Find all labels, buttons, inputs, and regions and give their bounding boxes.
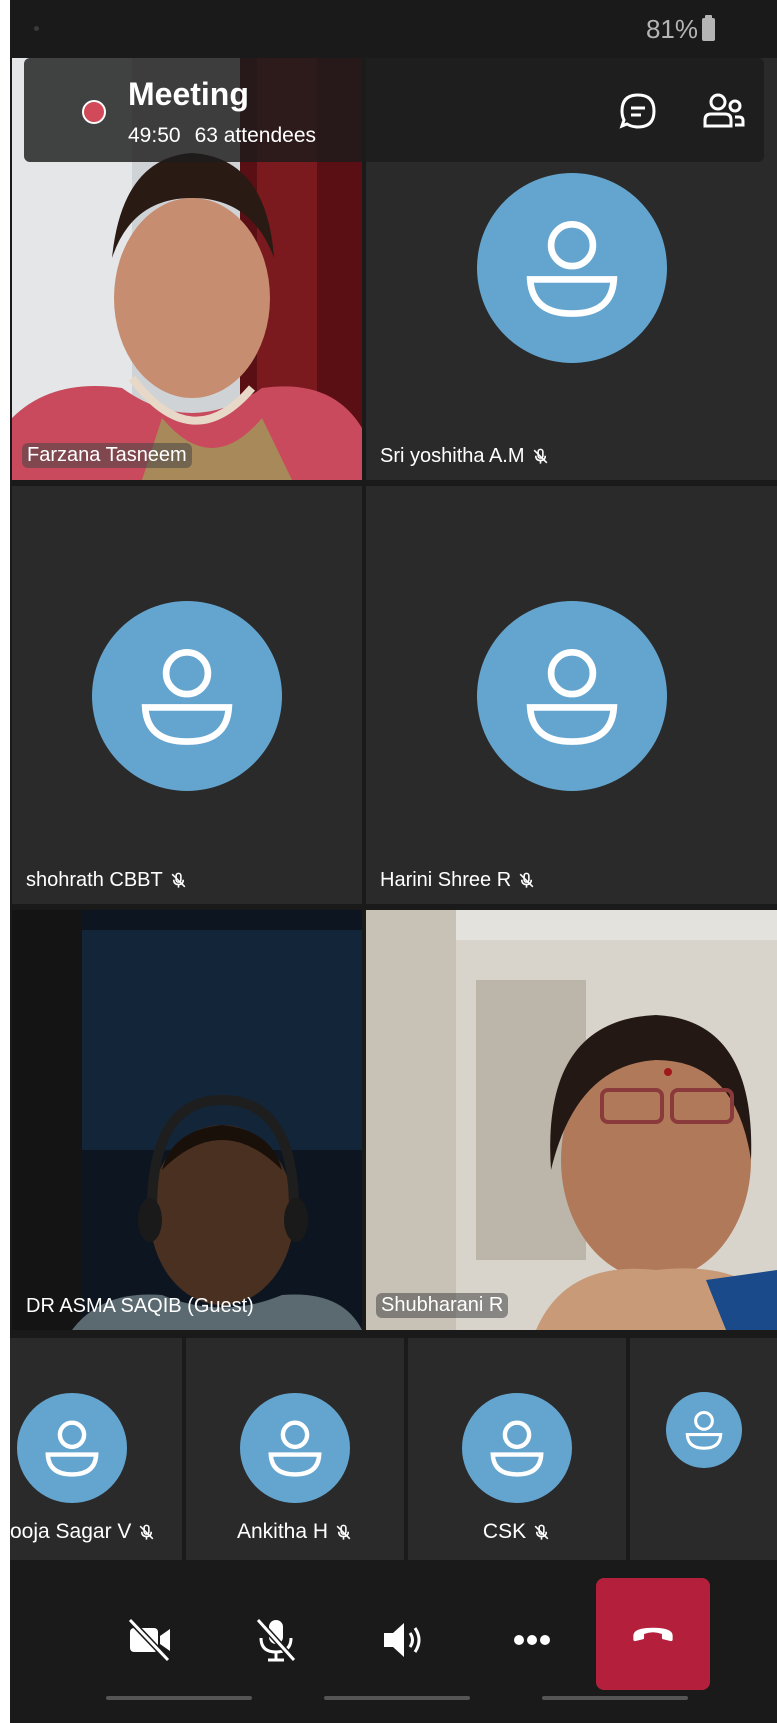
participant-name-tag: Farzana Tasneem xyxy=(22,443,192,468)
speaker-icon xyxy=(384,1623,421,1657)
participant-name: CSK xyxy=(482,1520,527,1543)
mini-participant-tile[interactable]: Ankitha H xyxy=(186,1338,404,1560)
participant-name: Farzana Tasneem xyxy=(27,444,187,466)
participant-name-tag: Shubharani R xyxy=(376,1293,509,1318)
participant-name: Sri yoshitha A.M xyxy=(380,445,525,467)
battery-icon xyxy=(702,15,715,41)
status-bar: 81% xyxy=(10,0,777,60)
mini-participant-name: CSK xyxy=(408,1520,626,1544)
more-horizontal-icon xyxy=(514,1635,550,1645)
battery-percent: 81% xyxy=(645,14,698,44)
participant-name-tag: shohrath CBBT xyxy=(26,869,188,892)
microphone-toggle-button[interactable] xyxy=(246,1610,306,1670)
hang-up-button[interactable] xyxy=(596,1578,710,1690)
default-avatar-icon xyxy=(476,601,667,791)
speaker-button[interactable] xyxy=(374,1610,434,1670)
meeting-duration: 49:50 xyxy=(128,124,181,147)
participant-video xyxy=(366,910,777,1330)
participant-tile-harini[interactable]: Harini Shree R xyxy=(366,486,777,904)
participant-strip[interactable]: ooja Sagar V Ankitha H CSK xyxy=(10,1338,777,1560)
default-avatar-icon xyxy=(665,1392,742,1468)
participant-name: Shubharani R xyxy=(381,1294,504,1316)
mic-muted-icon xyxy=(336,1524,351,1540)
attendee-count: 63 attendees xyxy=(194,124,316,147)
phone-hangup-icon xyxy=(633,1627,673,1642)
participant-tile-shubharani[interactable]: Shubharani R xyxy=(366,910,777,1330)
participant-name: Harini Shree R xyxy=(380,869,512,891)
mic-muted-icon xyxy=(533,448,547,464)
meeting-header: Meeting 49:50 63 attendees xyxy=(24,58,764,162)
participant-tile-shohrath[interactable]: shohrath CBBT xyxy=(12,486,362,904)
meeting-subtitle: 49:50 63 attendees xyxy=(128,124,316,148)
mic-muted-icon xyxy=(534,1524,549,1540)
nav-gesture-bar xyxy=(324,1696,470,1700)
battery-indicator: 81% xyxy=(646,14,715,45)
default-avatar-icon xyxy=(462,1393,572,1503)
people-icon xyxy=(703,93,745,128)
meeting-title: Meeting xyxy=(128,76,249,112)
mic-muted-icon xyxy=(140,1524,154,1540)
mini-participant-tile[interactable] xyxy=(630,1338,777,1560)
participant-name: ooja Sagar V xyxy=(10,1520,132,1543)
participant-name-tag: Harini Shree R xyxy=(380,869,536,892)
nav-gesture-bar xyxy=(542,1696,688,1700)
participant-name: shohrath CBBT xyxy=(26,869,163,891)
default-avatar-icon xyxy=(17,1393,127,1503)
default-avatar-icon xyxy=(92,601,282,791)
default-avatar-icon xyxy=(240,1393,350,1503)
mini-participant-name: ooja Sagar V xyxy=(10,1520,182,1544)
teams-meeting-screen: 81% Farzana Tasneem Sri yoshitha A.M sho… xyxy=(10,0,777,1723)
participant-name: DR ASMA SAQIB (Guest) xyxy=(26,1295,254,1317)
mini-participant-tile[interactable]: ooja Sagar V xyxy=(10,1338,182,1560)
mini-participant-name: Ankitha H xyxy=(186,1520,404,1544)
participant-name-tag: DR ASMA SAQIB (Guest) xyxy=(26,1295,254,1318)
participant-tile-asma[interactable]: DR ASMA SAQIB (Guest) xyxy=(12,910,362,1330)
status-dot xyxy=(34,26,39,31)
camera-off-icon xyxy=(127,1617,171,1663)
mic-off-icon xyxy=(255,1617,297,1663)
mic-muted-icon xyxy=(171,872,186,888)
mic-muted-icon xyxy=(519,872,534,888)
participants-button[interactable] xyxy=(700,88,748,136)
nav-gesture-bar xyxy=(106,1696,252,1700)
chat-icon xyxy=(619,93,656,129)
recording-indicator-icon xyxy=(82,100,106,124)
chat-button[interactable] xyxy=(614,88,662,136)
participant-video xyxy=(12,910,362,1330)
more-options-button[interactable] xyxy=(502,1610,562,1670)
participant-name-tag: Sri yoshitha A.M xyxy=(380,445,550,468)
camera-toggle-button[interactable] xyxy=(120,1610,180,1670)
participant-name: Ankitha H xyxy=(236,1520,329,1543)
mini-participant-tile[interactable]: CSK xyxy=(408,1338,626,1560)
default-avatar-icon xyxy=(476,173,667,363)
